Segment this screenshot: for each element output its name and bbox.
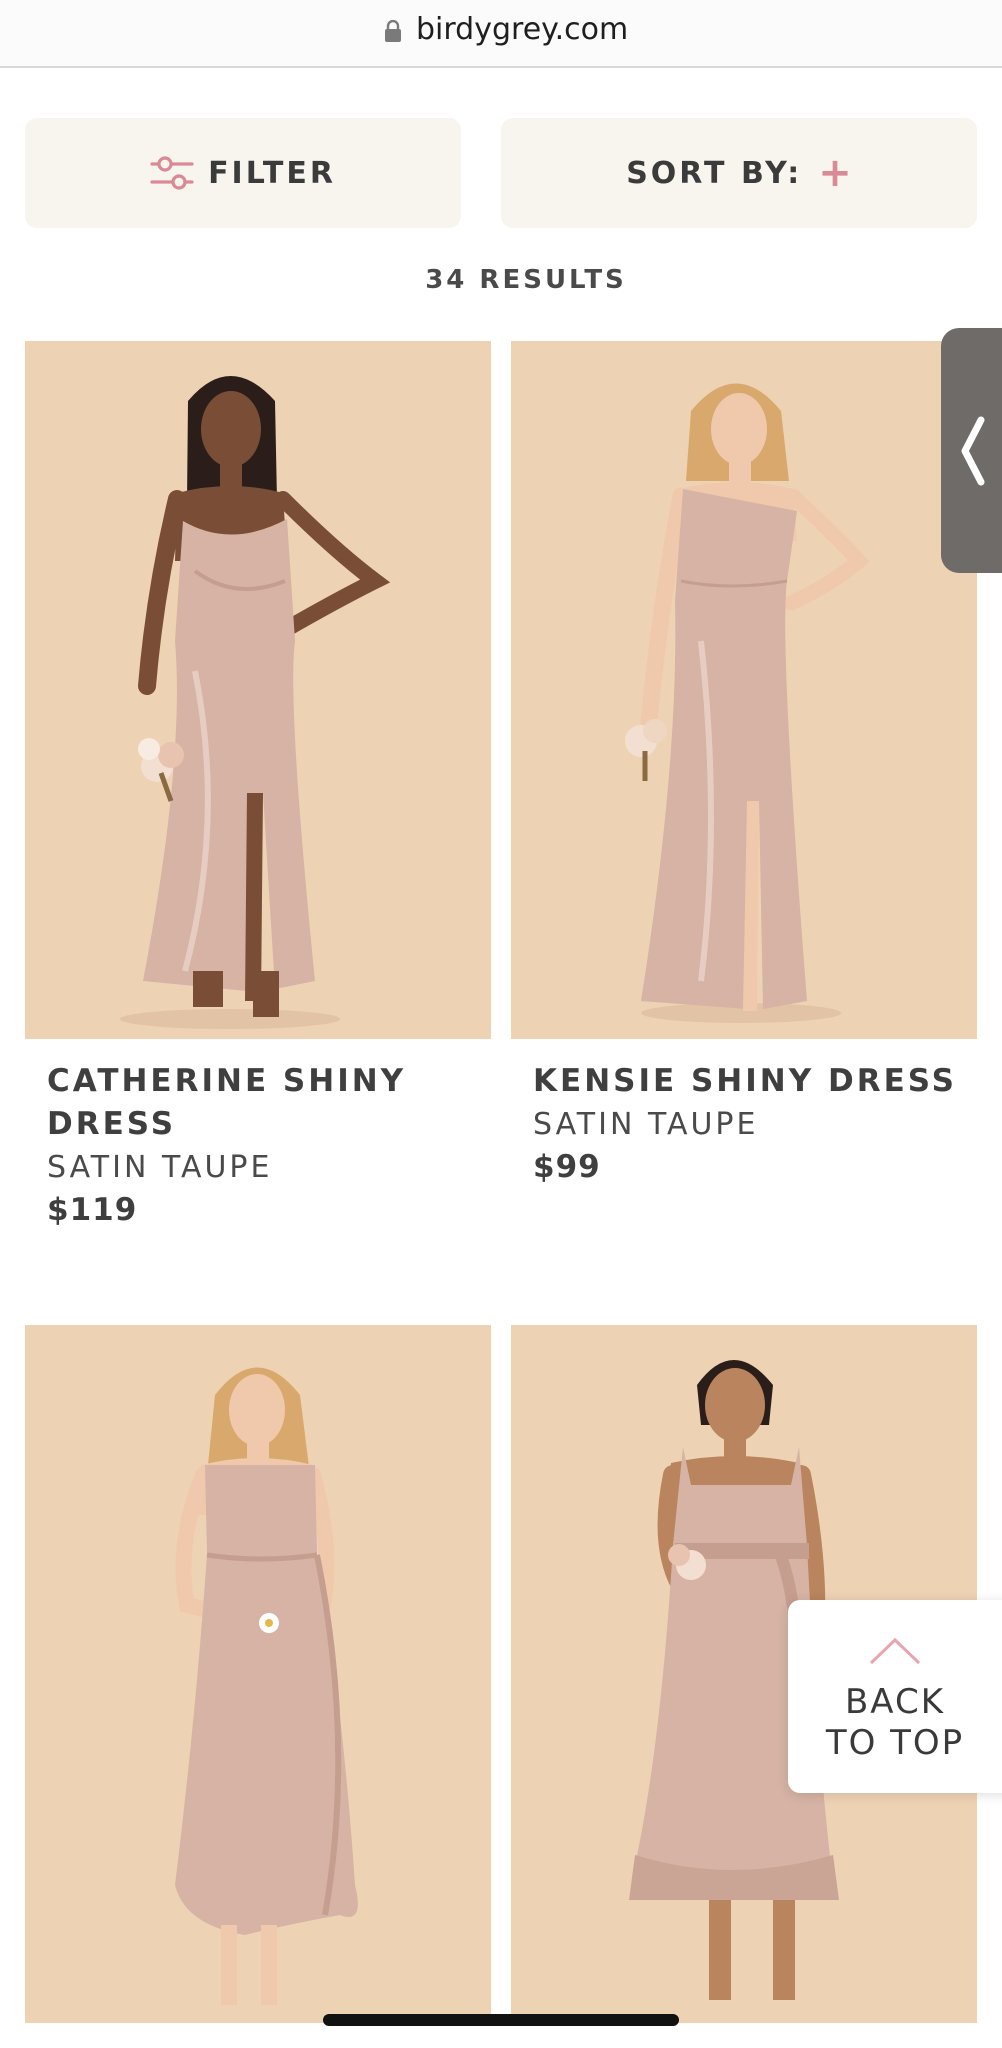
dress-photo — [511, 341, 977, 1039]
dress-photo — [25, 1325, 491, 2023]
browser-url-bar[interactable]: birdygrey.com — [0, 0, 1002, 68]
product-price: $119 — [47, 1192, 138, 1228]
sliders-icon — [150, 156, 194, 190]
plus-icon: + — [818, 150, 852, 196]
product-color: SATIN TAUPE — [533, 1107, 759, 1142]
sort-button[interactable]: SORT BY: + — [501, 118, 977, 228]
product-image-3[interactable] — [25, 1325, 491, 2023]
product-name[interactable]: CATHERINE SHINY DRESS — [47, 1060, 487, 1146]
back-to-top-line1: BACK — [844, 1682, 946, 1722]
back-to-top-button[interactable]: BACK TO TOP — [788, 1600, 1002, 1793]
results-count: 34 RESULTS — [425, 265, 627, 295]
back-to-top-label: BACK TO TOP — [788, 1682, 1002, 1764]
chevron-up-icon — [869, 1637, 921, 1665]
side-panel-tab[interactable] — [941, 328, 1002, 573]
lock-icon — [385, 20, 401, 42]
product-color: SATIN TAUPE — [47, 1150, 273, 1185]
filter-label: FILTER — [208, 155, 336, 191]
product-name[interactable]: KENSIE SHINY DRESS — [533, 1060, 973, 1103]
product-price: $99 — [533, 1149, 601, 1185]
product-image-kensie[interactable] — [511, 341, 977, 1039]
url-text: birdygrey.com — [416, 12, 629, 47]
chevron-left-icon — [961, 416, 985, 486]
sort-label: SORT BY: — [626, 155, 803, 191]
home-indicator — [323, 2014, 679, 2026]
back-to-top-line2: TO TOP — [825, 1723, 965, 1763]
product-image-catherine[interactable] — [25, 341, 491, 1039]
dress-photo — [25, 341, 491, 1039]
filter-button[interactable]: FILTER — [25, 118, 461, 228]
